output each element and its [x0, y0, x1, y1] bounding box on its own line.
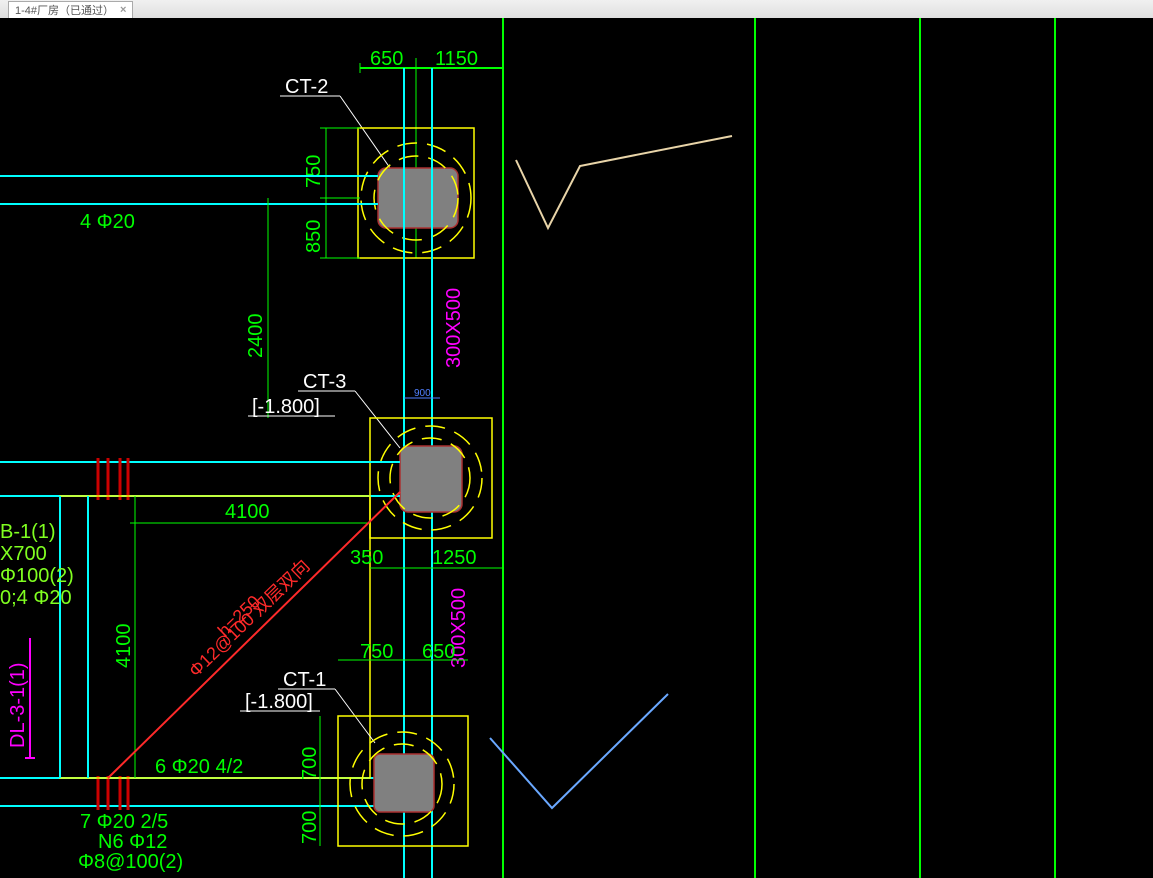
label-ct1: CT-1 — [283, 669, 326, 691]
dim-1150-top: 1150 — [435, 48, 478, 70]
rebar-4f20: 4 Φ20 — [80, 211, 135, 233]
tab-bar: 1-4#厂房（已通过） × — [0, 0, 1153, 19]
dim-650-top: 650 — [370, 48, 403, 70]
dim-750b: 750 — [360, 641, 393, 663]
rebar-6f20: 6 Φ20 4/2 — [155, 756, 243, 778]
rebar-7f20: 7 Φ20 2/5 — [80, 811, 168, 833]
dim-750-v1: 750 — [303, 155, 325, 188]
rebar-n6f12: N6 Φ12 — [98, 831, 167, 853]
label-ct1-elev: [-1.800] — [245, 691, 313, 713]
tab-title: 1-4#厂房（已通过） — [15, 2, 114, 18]
kl-bar: 0;4 Φ20 — [0, 587, 72, 609]
dim-700a: 700 — [299, 747, 321, 780]
kl-size: X700 — [0, 543, 47, 565]
label-ct2: CT-2 — [285, 76, 328, 98]
kl-name: B-1(1) — [0, 521, 56, 543]
drawing-canvas[interactable]: 650 1150 CT-2 750 850 4 Φ20 — [0, 18, 1153, 878]
beam-300x500-a: 300X500 — [443, 288, 465, 368]
label-ct3-elev: [-1.800] — [252, 396, 320, 418]
label-dl: DL-3-1(1) — [7, 662, 29, 748]
dim-350: 350 — [350, 547, 383, 569]
document-tab[interactable]: 1-4#厂房（已通过） × — [8, 1, 133, 18]
close-icon[interactable]: × — [120, 4, 126, 16]
kl-stir: Φ100(2) — [0, 565, 74, 587]
dim-2400: 2400 — [245, 314, 267, 359]
dim-4100-v: 4100 — [113, 624, 135, 669]
slab-f12: Φ12@100 双层双向 — [185, 556, 314, 681]
label-ct3: CT-3 — [303, 371, 346, 393]
dim-4100-h: 4100 — [225, 501, 270, 523]
dim-850-v1: 850 — [303, 220, 325, 253]
dim-900: 900 — [414, 388, 431, 399]
dim-650b: 650 — [422, 641, 455, 663]
dim-700b: 700 — [299, 811, 321, 844]
dim-1250: 1250 — [432, 547, 477, 569]
rebar-f8at100: Φ8@100(2) — [78, 851, 183, 873]
